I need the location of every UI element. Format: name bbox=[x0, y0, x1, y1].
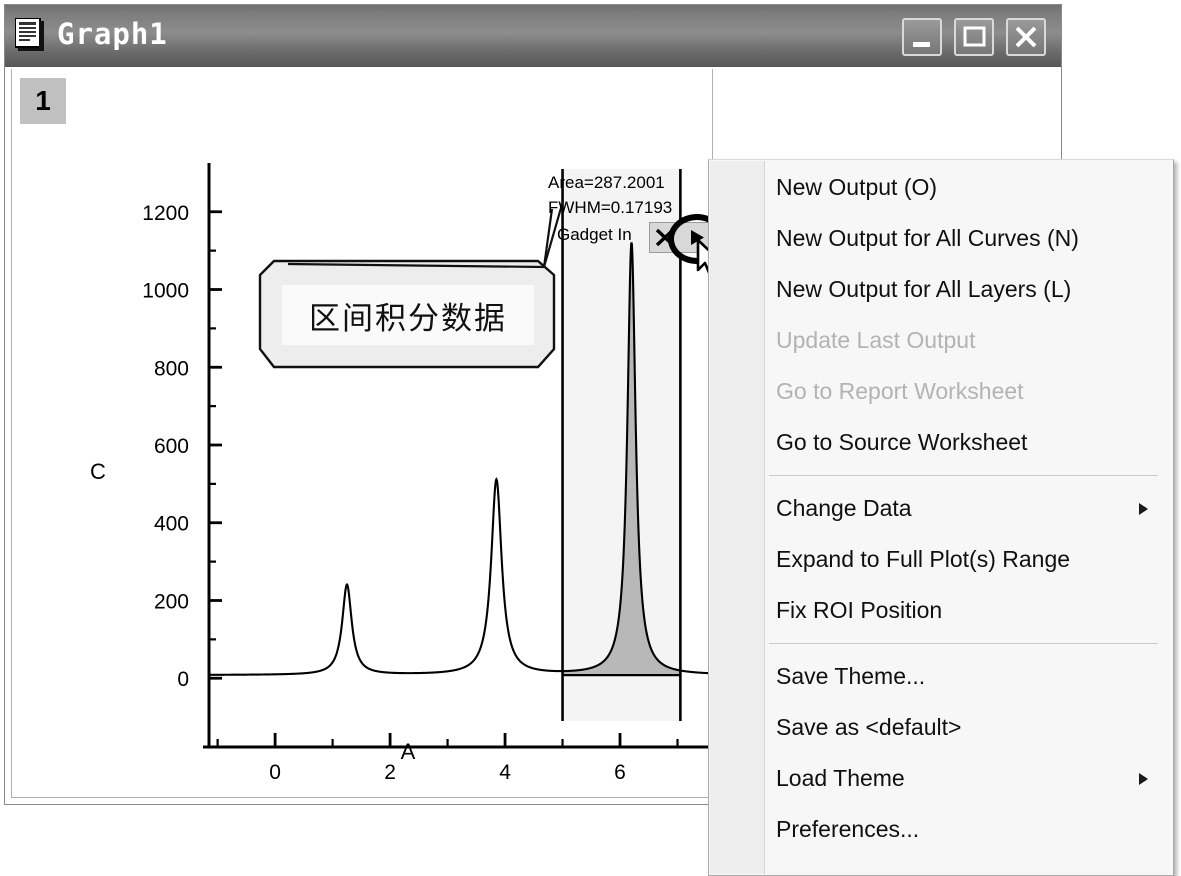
x-axis-title: A bbox=[401, 739, 416, 764]
menu-item-label: New Output for All Curves (N) bbox=[776, 225, 1079, 251]
menu-item-label: New Output for All Layers (L) bbox=[776, 276, 1072, 302]
worksheet-icon bbox=[14, 17, 45, 51]
minimize-button[interactable] bbox=[902, 18, 942, 56]
menu-item-label: Go to Source Worksheet bbox=[776, 429, 1028, 455]
graph-plot-panel[interactable]: 1 0 200 400 600 800 1000 1200 0 2 4 6 A C 区间积分数 bbox=[11, 69, 713, 798]
gadget-toolbar[interactable] bbox=[649, 222, 711, 253]
menu-item-update-last-output: Update Last Output bbox=[765, 315, 1172, 366]
submenu-arrow-icon bbox=[1139, 772, 1148, 785]
y-axis-title: C bbox=[90, 459, 106, 484]
gadget-fwhm-label: FWHM=0.17193 bbox=[548, 198, 673, 217]
maximize-button[interactable] bbox=[954, 18, 994, 56]
menu-item-label: Expand to Full Plot(s) Range bbox=[776, 546, 1071, 572]
menu-item-go-to-report-worksheet: Go to Report Worksheet bbox=[765, 366, 1172, 417]
menu-item-label: Change Data bbox=[776, 495, 912, 521]
menu-item-label: Fix ROI Position bbox=[776, 597, 943, 623]
menu-item-new-output-for-all-layers-l[interactable]: New Output for All Layers (L) bbox=[765, 264, 1172, 315]
menu-item-preferences[interactable]: Preferences... bbox=[765, 804, 1172, 855]
y-tick-label: 200 bbox=[154, 590, 189, 613]
menu-item-expand-to-full-plot-s-range[interactable]: Expand to Full Plot(s) Range bbox=[765, 534, 1172, 585]
menu-item-new-output-for-all-curves-n[interactable]: New Output for All Curves (N) bbox=[765, 213, 1172, 264]
menu-separator bbox=[769, 643, 1158, 644]
menu-item-go-to-source-worksheet[interactable]: Go to Source Worksheet bbox=[765, 417, 1172, 468]
gadget-title-label: Gadget In bbox=[557, 225, 632, 244]
window-title: Graph1 bbox=[57, 17, 168, 51]
y-tick-label: 400 bbox=[154, 513, 189, 536]
window-title-bar[interactable]: Graph1 bbox=[5, 5, 1061, 67]
gadget-close-icon[interactable] bbox=[650, 223, 681, 252]
menu-separator bbox=[769, 475, 1158, 476]
menu-item-label: Go to Report Worksheet bbox=[776, 378, 1024, 404]
y-tick-label: 800 bbox=[154, 357, 189, 380]
submenu-arrow-icon bbox=[1139, 502, 1148, 515]
menu-item-label: Save as <default> bbox=[776, 714, 962, 740]
menu-item-label: Update Last Output bbox=[776, 327, 976, 353]
menu-item-fix-roi-position[interactable]: Fix ROI Position bbox=[765, 585, 1172, 636]
y-tick-label: 1200 bbox=[142, 202, 189, 225]
gadget-area-label: Area=287.2001 bbox=[548, 173, 665, 192]
callout-text: 区间积分数据 bbox=[309, 300, 507, 337]
y-tick-label: 600 bbox=[154, 435, 189, 458]
menu-item-label: New Output (O) bbox=[776, 174, 938, 200]
x-tick-label: 0 bbox=[269, 761, 281, 784]
menu-item-new-output-o[interactable]: New Output (O) bbox=[765, 162, 1172, 213]
gadget-context-menu[interactable]: New Output (O) New Output for All Curves … bbox=[708, 159, 1174, 876]
menu-icon-gutter bbox=[710, 161, 765, 874]
y-tick-label: 0 bbox=[177, 668, 189, 691]
menu-item-label: Load Theme bbox=[776, 765, 905, 791]
menu-item-label: Preferences... bbox=[776, 816, 920, 842]
callout-leader-lines bbox=[287, 200, 565, 269]
x-tick-label: 6 bbox=[614, 761, 626, 784]
x-tick-label: 4 bbox=[499, 761, 511, 784]
menu-item-label: Save Theme... bbox=[776, 663, 926, 689]
y-tick-label: 1000 bbox=[142, 280, 189, 303]
x-tick-label: 2 bbox=[384, 761, 396, 784]
menu-item-change-data[interactable]: Change Data bbox=[765, 483, 1172, 534]
menu-item-save-as-default[interactable]: Save as <default> bbox=[765, 702, 1172, 753]
menu-item-save-theme[interactable]: Save Theme... bbox=[765, 651, 1172, 702]
menu-item-load-theme[interactable]: Load Theme bbox=[765, 753, 1172, 804]
close-button[interactable] bbox=[1006, 18, 1046, 56]
menu-item-list: New Output (O) New Output for All Curves … bbox=[765, 162, 1172, 874]
